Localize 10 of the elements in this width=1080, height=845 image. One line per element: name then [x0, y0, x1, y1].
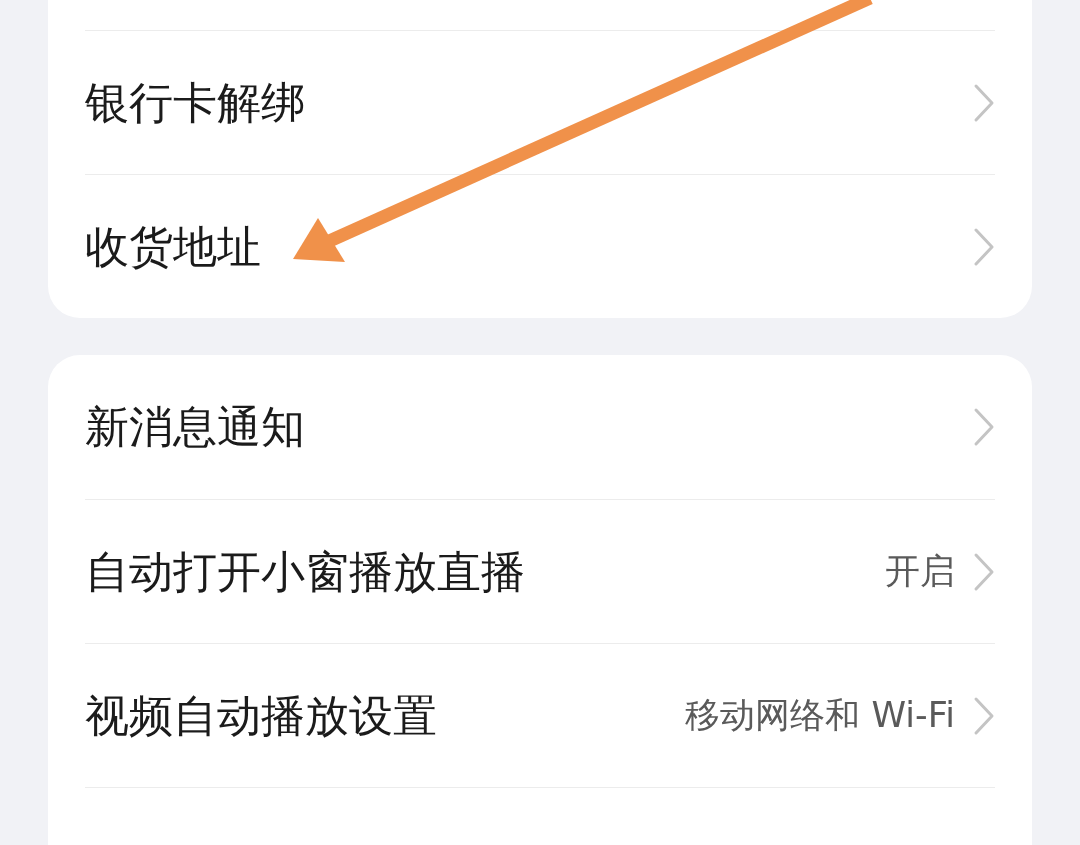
chevron-icon	[973, 551, 995, 592]
settings-row[interactable]: 收货地址	[85, 175, 995, 318]
settings-row[interactable]: 视频自动播放设置 移动网络和 Wi-Fi	[85, 644, 995, 787]
chevron-icon	[973, 695, 995, 736]
settings-row[interactable]: 银行卡解绑	[85, 31, 995, 174]
settings-row[interactable]: 新消息通知	[85, 355, 995, 499]
chevron-icon	[973, 226, 995, 267]
chevron-icon	[973, 407, 995, 447]
settings-row[interactable]: 自动打开小窗播放直播 开启	[85, 500, 995, 643]
chevron-icon	[973, 82, 995, 123]
